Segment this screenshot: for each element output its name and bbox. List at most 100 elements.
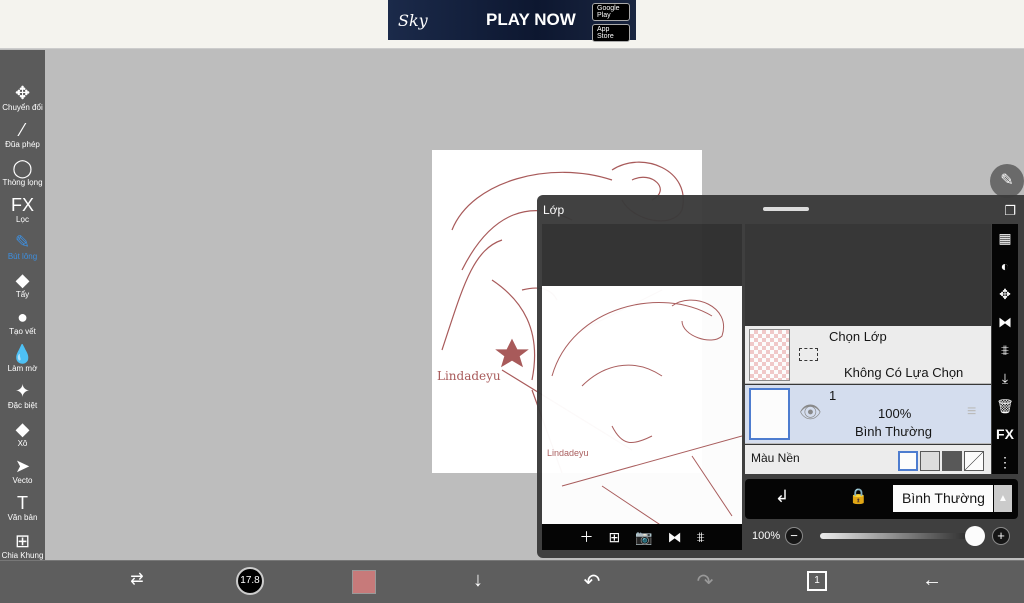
flip-horizontal-icon[interactable]: ⧓ [992, 308, 1018, 336]
brush-icon: ✎ [14, 232, 31, 253]
duplicate-layer-icon[interactable]: ⊞ [608, 529, 620, 546]
app-store-badge[interactable]: App Store [592, 24, 630, 42]
drag-handle[interactable] [763, 207, 809, 211]
tool-magic-wand[interactable]: ⁄ Đũa phép [0, 120, 45, 149]
brush-size-button[interactable]: 17.8 [236, 567, 264, 595]
opacity-value: 100% [752, 530, 781, 542]
tool-label: Thòng lọng [2, 177, 43, 187]
selection-status: Không Có Lựa Chọn [844, 365, 964, 380]
selection-layer[interactable]: Chọn Lớp Không Có Lựa Chọn [745, 326, 991, 384]
camera-icon[interactable]: 📷 [635, 529, 652, 546]
tool-move[interactable]: ✥ Chuyển đổi [0, 83, 45, 112]
opacity-slider-knob[interactable] [965, 526, 985, 546]
background-label: Màu Nền [751, 451, 800, 465]
layer-blend: Bình Thường [855, 424, 932, 439]
redo-icon[interactable]: ↷ [690, 569, 720, 594]
opacity-slider[interactable] [820, 533, 975, 539]
tool-special-pen[interactable]: ✦ Đặc biệt [0, 381, 45, 410]
flip-horizontal-icon[interactable]: ⧓ [668, 529, 682, 546]
flip-vertical-icon[interactable]: ⩨ [697, 529, 705, 546]
add-layer-icon[interactable]: ＋ [579, 527, 593, 547]
google-play-badge[interactable]: Google Play [592, 3, 630, 21]
download-arrow-icon[interactable]: ↓ [463, 569, 493, 592]
merge-down-icon[interactable]: ⤓ [992, 364, 1018, 392]
tool-smudge[interactable]: ● Tạo vết [0, 307, 45, 336]
bg-white-swatch[interactable] [898, 451, 918, 471]
layer-side-toolbar: ▦ ◐ ✥ ⧓ ⩨ ⤓ 🗑 FX ⋮ [992, 224, 1018, 474]
tool-label: Chia Khung [1, 550, 44, 560]
lasso-icon: ◯ [12, 157, 33, 178]
more-icon[interactable]: ⋮ [992, 448, 1018, 476]
preview-toolbar: ＋ ⊞ 📷 ⧓ ⩨ [542, 524, 742, 550]
fx-icon[interactable]: FX [992, 420, 1018, 448]
move-icon[interactable]: ✥ [992, 280, 1018, 308]
pencil-floating-button[interactable]: ✎ [990, 164, 1024, 198]
layer-preview: Lindadeyu ＋ ⊞ 📷 ⧓ ⩨ [542, 224, 743, 550]
ad-headline: PLAY NOW [486, 10, 576, 29]
checker-icon[interactable]: ▦ [992, 224, 1018, 252]
tool-label: Đặc biệt [7, 401, 38, 411]
selection-layer-name: Chọn Lớp [829, 329, 887, 344]
blend-mode-select[interactable]: Bình Thường [893, 485, 993, 512]
color-swatch-button[interactable] [352, 570, 376, 594]
preview-image: Lindadeyu [542, 286, 743, 527]
bottom-toolbar: ⇄ 17.8 ↓ ↶ ↷ 1 ← [0, 560, 1024, 603]
clipping-circle-icon[interactable]: ◐ [992, 252, 1018, 280]
layers-button[interactable]: 1 [807, 571, 827, 591]
tool-text[interactable]: T Văn bản [0, 493, 45, 522]
swap-brush-eraser-icon[interactable]: ⇄ [122, 569, 152, 589]
tool-label: Làm mờ [7, 364, 38, 374]
frame-divider-icon: ⊞ [14, 530, 31, 551]
bg-none-swatch[interactable] [964, 451, 984, 471]
blend-dropdown-arrow-icon[interactable]: ▲ [994, 485, 1012, 512]
layer-panel: Lớp ❐ Lindadeyu ＋ ⊞ 📷 ⧓ ⩨ Chọn Lớp Không… [537, 195, 1024, 558]
magic-wand-icon: ⁄ [20, 120, 24, 141]
fx-icon: FX [10, 194, 34, 215]
tool-label: Văn bản [7, 513, 38, 523]
tool-vector-arrow[interactable]: ➤ Vecto [0, 456, 45, 485]
visibility-eye-icon[interactable]: 👁 [799, 402, 822, 423]
special-pen-icon: ✦ [14, 381, 31, 402]
left-toolbar: ✥ Chuyển đổi ⁄ Đũa phép ◯ Thòng lọng FX Lọc ✎ Bút… [0, 50, 45, 594]
tool-label: Xô [17, 438, 28, 448]
tool-frame-divider[interactable]: ⊞ Chia Khung [0, 531, 45, 560]
vector-arrow-icon: ➤ [14, 456, 31, 476]
opacity-row: 100% − + [745, 523, 1018, 551]
tool-fx[interactable]: FX Lọc [0, 195, 45, 224]
trash-icon[interactable]: 🗑 [992, 392, 1018, 420]
move-icon: ✥ [14, 83, 31, 103]
tool-eraser[interactable]: ◆ Tẩy [0, 270, 45, 299]
clip-arrow-icon[interactable]: ↲ [775, 487, 789, 507]
tool-label: Lọc [16, 214, 29, 224]
back-arrow-icon[interactable]: ← [917, 569, 947, 592]
layer-list: Chọn Lớp Không Có Lựa Chọn 👁 1 100% Bình… [745, 224, 991, 474]
layer-thumbnail [749, 329, 790, 381]
smudge-icon: ● [17, 306, 28, 327]
undo-icon[interactable]: ↶ [577, 569, 607, 594]
ad-logo: Sky [398, 10, 428, 30]
opacity-plus-button[interactable]: + [992, 527, 1010, 545]
ad-banner[interactable]: Sky PLAY NOW Google Play App Store [388, 0, 636, 42]
layer-1-row[interactable]: 👁 1 100% Bình Thường ≡ [745, 385, 991, 444]
panel-title: Lớp [543, 203, 565, 217]
layer-name: 1 [829, 388, 837, 403]
bg-dark-swatch[interactable] [942, 451, 962, 471]
reorder-handle-icon[interactable]: ≡ [967, 403, 976, 421]
flip-vertical-icon[interactable]: ⩨ [992, 336, 1018, 364]
tool-brush[interactable]: ✎ Bút lông [0, 232, 45, 261]
tool-label: Chuyển đổi [2, 103, 43, 112]
tool-label: Bút lông [7, 252, 38, 262]
opacity-minus-button[interactable]: − [785, 527, 803, 545]
tool-label: Đũa phép [5, 140, 40, 150]
tool-lasso[interactable]: ◯ Thòng lọng [0, 158, 45, 187]
alpha-lock-icon[interactable]: 🔒 [849, 487, 868, 505]
background-color-row: Màu Nền [745, 445, 991, 474]
bg-transparent-swatch[interactable] [920, 451, 940, 471]
tool-blur-drop[interactable]: 💧 Làm mờ [0, 344, 45, 373]
tool-label: Vecto [12, 476, 33, 485]
tool-label: Tẩy [15, 289, 30, 299]
window-toggle-icon[interactable]: ❐ [1004, 203, 1016, 219]
tool-label: Tạo vết [9, 326, 36, 336]
layer-thumbnail [749, 388, 790, 440]
tool-bucket[interactable]: ◆ Xô [0, 419, 45, 448]
